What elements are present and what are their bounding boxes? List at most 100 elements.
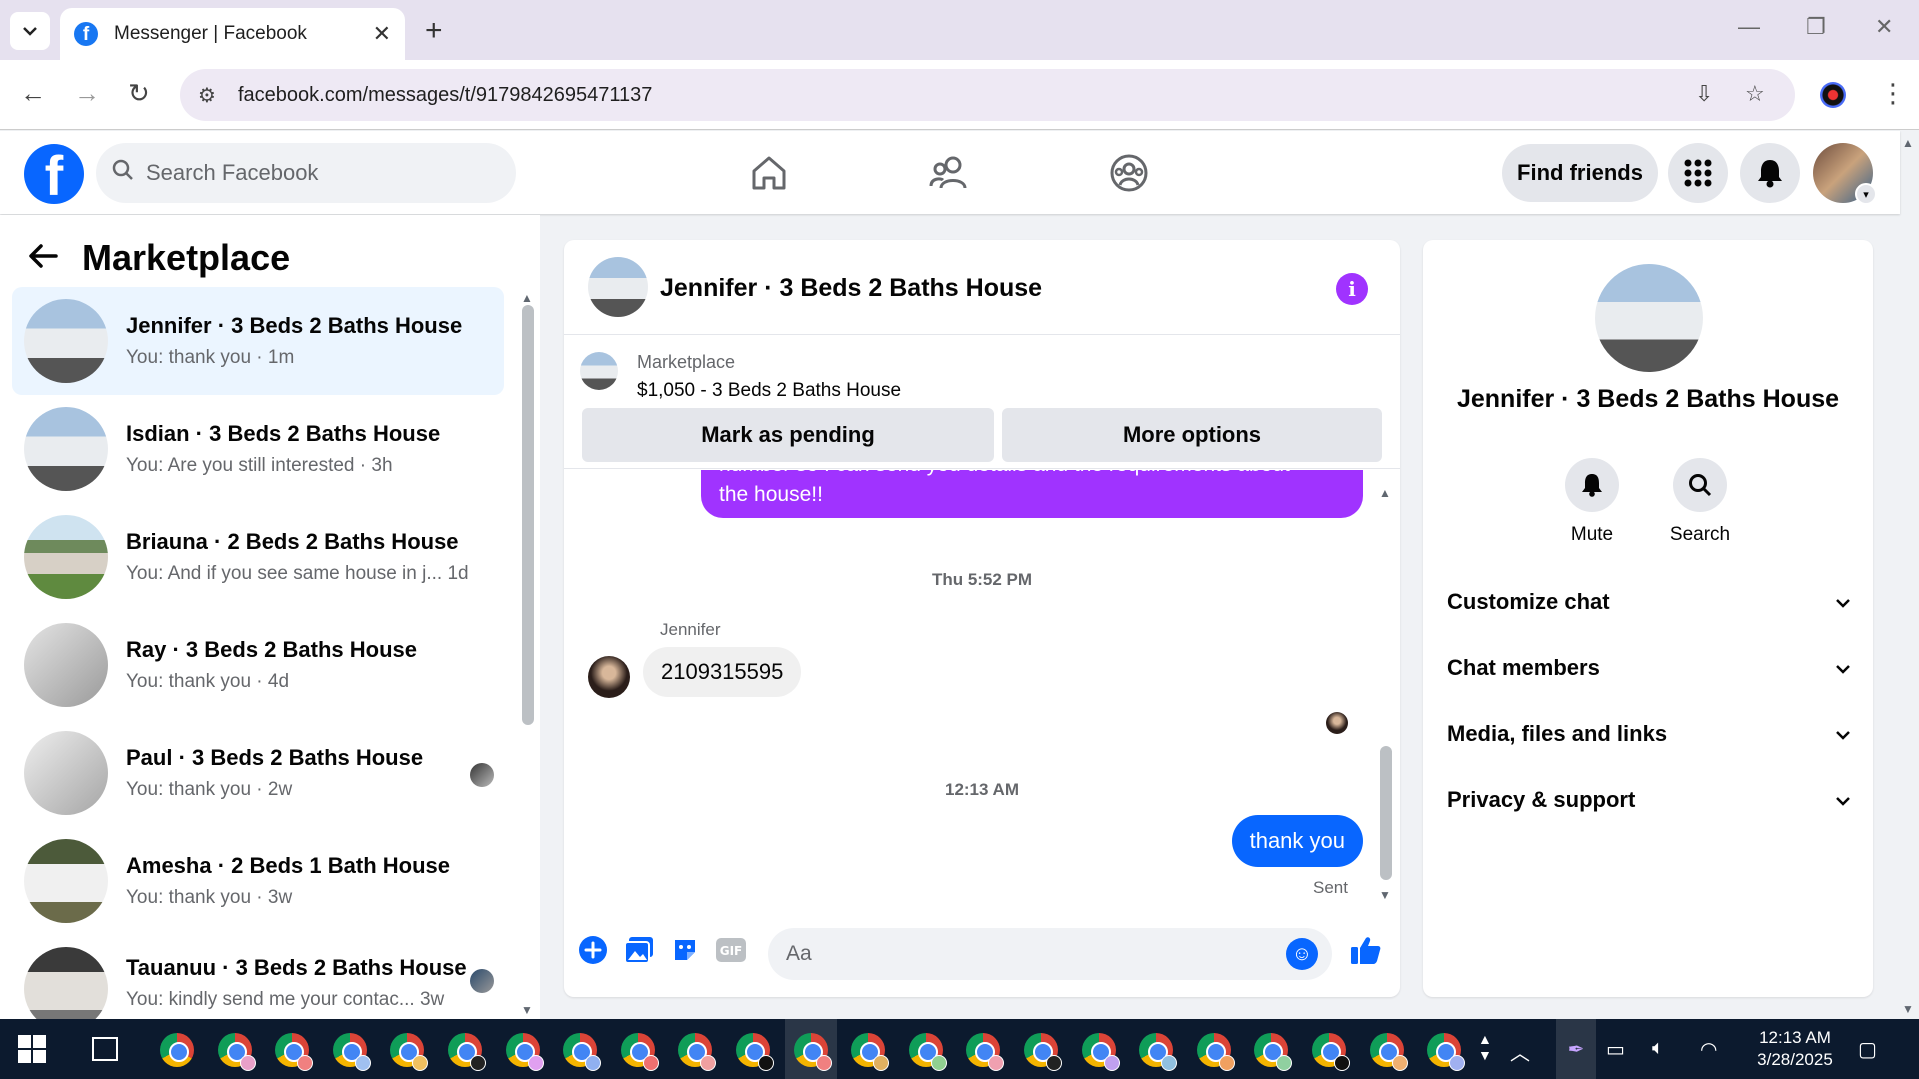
sidebar-scroll-down-icon[interactable]: ▼ bbox=[521, 1003, 533, 1017]
close-tab-icon[interactable]: ✕ bbox=[373, 21, 391, 47]
chrome-taskbar-icon[interactable] bbox=[217, 1033, 256, 1071]
address-bar[interactable]: ⚙ facebook.com/messages/t/91798426954711… bbox=[180, 69, 1795, 121]
facebook-logo-icon[interactable]: f bbox=[24, 144, 84, 204]
listing-thumbnail[interactable] bbox=[580, 352, 618, 390]
url-text[interactable]: facebook.com/messages/t/9179842695471137 bbox=[238, 84, 652, 107]
groups-nav-icon[interactable] bbox=[1104, 151, 1154, 195]
home-nav-icon[interactable] bbox=[744, 151, 794, 195]
chrome-taskbar-icon[interactable] bbox=[448, 1033, 486, 1071]
reload-icon[interactable]: ↻ bbox=[128, 78, 150, 109]
battery-icon[interactable]: ▭ bbox=[1606, 1037, 1625, 1062]
install-app-icon[interactable]: ⇩ bbox=[1695, 81, 1713, 107]
chrome-taskbar-icon[interactable] bbox=[793, 1033, 832, 1071]
chrome-taskbar-icon[interactable] bbox=[736, 1033, 774, 1071]
chrome-taskbar-icon[interactable] bbox=[390, 1033, 429, 1071]
privacy-support-section[interactable]: Privacy & support bbox=[1447, 780, 1851, 820]
plus-circle-icon[interactable] bbox=[576, 933, 610, 967]
conversation-avatar[interactable] bbox=[1595, 264, 1703, 372]
conversation-item[interactable]: Isdian · 3 Beds 2 Baths House You: Are y… bbox=[12, 395, 504, 503]
chrome-taskbar-icon[interactable] bbox=[620, 1033, 659, 1071]
chrome-taskbar-icon[interactable] bbox=[1024, 1033, 1062, 1071]
chrome-taskbar-icon[interactable] bbox=[678, 1033, 717, 1071]
more-options-button[interactable]: More options bbox=[1002, 408, 1382, 462]
new-tab-button[interactable]: + bbox=[425, 14, 443, 48]
chrome-taskbar-icon[interactable] bbox=[563, 1033, 602, 1071]
thumbs-up-icon[interactable] bbox=[1349, 933, 1383, 967]
chrome-taskbar-icon[interactable] bbox=[1081, 1033, 1120, 1071]
message-bubble-sent[interactable]: number so I can send you details and the… bbox=[701, 470, 1363, 518]
chat-scroll-down-icon[interactable]: ▼ bbox=[1379, 888, 1391, 902]
emoji-icon[interactable]: ☺ bbox=[1286, 938, 1318, 970]
taskbar-scroll-icon[interactable]: ▲ ▼ bbox=[1478, 1031, 1492, 1063]
chat-scroll-up-icon[interactable]: ▲ bbox=[1379, 486, 1391, 500]
close-window-icon[interactable]: ✕ bbox=[1875, 14, 1893, 40]
message-input[interactable]: ☺ bbox=[768, 928, 1332, 980]
search-in-conversation-button[interactable]: Search bbox=[1655, 458, 1745, 546]
message-bubble-received[interactable]: 2109315595 bbox=[643, 647, 802, 697]
conversation-item[interactable]: Briauna · 2 Beds 2 Baths House You: And … bbox=[12, 503, 504, 611]
customize-chat-section[interactable]: Customize chat bbox=[1447, 582, 1851, 622]
account-avatar[interactable]: ▾ bbox=[1813, 143, 1877, 205]
minimize-icon[interactable]: — bbox=[1738, 14, 1760, 40]
gif-icon[interactable]: GIF bbox=[714, 933, 748, 967]
find-friends-button[interactable]: Find friends bbox=[1502, 144, 1658, 202]
search-input[interactable] bbox=[146, 160, 486, 186]
chat-avatar[interactable] bbox=[588, 257, 648, 317]
back-arrow-icon[interactable] bbox=[28, 240, 72, 277]
forward-icon[interactable]: → bbox=[74, 78, 100, 109]
page-scroll-up-icon[interactable]: ▲ bbox=[1902, 136, 1914, 150]
sticker-icon[interactable] bbox=[668, 933, 702, 967]
page-scroll-down-icon[interactable]: ▼ bbox=[1902, 1002, 1914, 1016]
show-hidden-icons[interactable]: ︿ bbox=[1510, 1037, 1530, 1066]
sidebar-scrollbar[interactable] bbox=[522, 305, 534, 725]
chat-scrollbar[interactable] bbox=[1380, 746, 1392, 880]
conversation-item[interactable]: Amesha · 2 Beds 1 Bath House You: thank … bbox=[12, 827, 504, 935]
wifi-icon[interactable]: ◠ bbox=[1700, 1037, 1717, 1062]
sidebar-scroll-up-icon[interactable]: ▲ bbox=[521, 291, 533, 305]
volume-icon[interactable]: 🔈︎ bbox=[1652, 1037, 1664, 1060]
notifications-bell-icon[interactable] bbox=[1740, 143, 1800, 203]
chrome-taskbar-icon[interactable] bbox=[160, 1033, 194, 1067]
chrome-taskbar-icon[interactable] bbox=[851, 1033, 890, 1071]
chrome-taskbar-icon[interactable] bbox=[1369, 1033, 1408, 1071]
chrome-taskbar-icon[interactable] bbox=[908, 1033, 947, 1071]
notification-center-icon[interactable]: ▢ bbox=[1858, 1037, 1877, 1062]
facebook-search[interactable] bbox=[96, 143, 516, 203]
conversation-item[interactable]: Tauanuu · 3 Beds 2 Baths House You: kind… bbox=[12, 935, 504, 1025]
chat-members-section[interactable]: Chat members bbox=[1447, 648, 1851, 688]
chat-title[interactable]: Jennifer · 3 Beds 2 Baths House bbox=[660, 274, 1042, 303]
mute-button[interactable]: Mute bbox=[1547, 458, 1637, 546]
chrome-taskbar-icon[interactable] bbox=[966, 1033, 1005, 1071]
sender-avatar[interactable] bbox=[588, 656, 630, 698]
chrome-taskbar-icon[interactable] bbox=[275, 1033, 314, 1071]
message-bubble-sent[interactable]: thank you bbox=[1231, 815, 1363, 867]
media-files-links-section[interactable]: Media, files and links bbox=[1447, 714, 1851, 754]
chrome-taskbar-icon[interactable] bbox=[1254, 1033, 1293, 1071]
conversation-item[interactable]: Paul · 3 Beds 2 Baths House You: thank y… bbox=[12, 719, 504, 827]
mark-as-pending-button[interactable]: Mark as pending bbox=[582, 408, 994, 462]
menu-grid-icon[interactable] bbox=[1668, 143, 1728, 203]
chrome-taskbar-icon[interactable] bbox=[332, 1033, 371, 1071]
chrome-taskbar-icon[interactable] bbox=[505, 1033, 544, 1071]
back-icon[interactable]: ← bbox=[20, 78, 46, 109]
info-icon[interactable]: i bbox=[1336, 273, 1368, 305]
chrome-taskbar-icon[interactable] bbox=[1312, 1033, 1350, 1071]
chrome-taskbar-icon[interactable] bbox=[1196, 1033, 1235, 1071]
photo-icon[interactable] bbox=[622, 933, 656, 967]
chrome-taskbar-icon[interactable] bbox=[1427, 1033, 1466, 1071]
windows-start-icon[interactable] bbox=[18, 1035, 46, 1063]
friends-nav-icon[interactable] bbox=[924, 151, 974, 195]
taskbar-clock[interactable]: 12:13 AM 3/28/2025 bbox=[1750, 1027, 1840, 1071]
task-view-icon[interactable] bbox=[92, 1037, 118, 1061]
site-info-icon[interactable]: ⚙ bbox=[198, 83, 226, 108]
message-text-field[interactable] bbox=[786, 942, 1266, 966]
conversation-item[interactable]: Ray · 3 Beds 2 Baths House You: thank yo… bbox=[12, 611, 504, 719]
conversation-item[interactable]: Jennifer · 3 Beds 2 Baths House You: tha… bbox=[12, 287, 504, 395]
restore-icon[interactable]: ❐ bbox=[1806, 14, 1826, 40]
menu-dots-icon[interactable]: ⋮ bbox=[1880, 78, 1906, 109]
tab-search-button[interactable] bbox=[10, 12, 50, 50]
profile-icon[interactable] bbox=[1820, 82, 1846, 108]
bookmark-star-icon[interactable]: ☆ bbox=[1745, 81, 1765, 107]
listing-title[interactable]: $1,050 - 3 Beds 2 Baths House bbox=[637, 380, 901, 402]
pen-icon[interactable]: ✒ bbox=[1556, 1019, 1596, 1079]
